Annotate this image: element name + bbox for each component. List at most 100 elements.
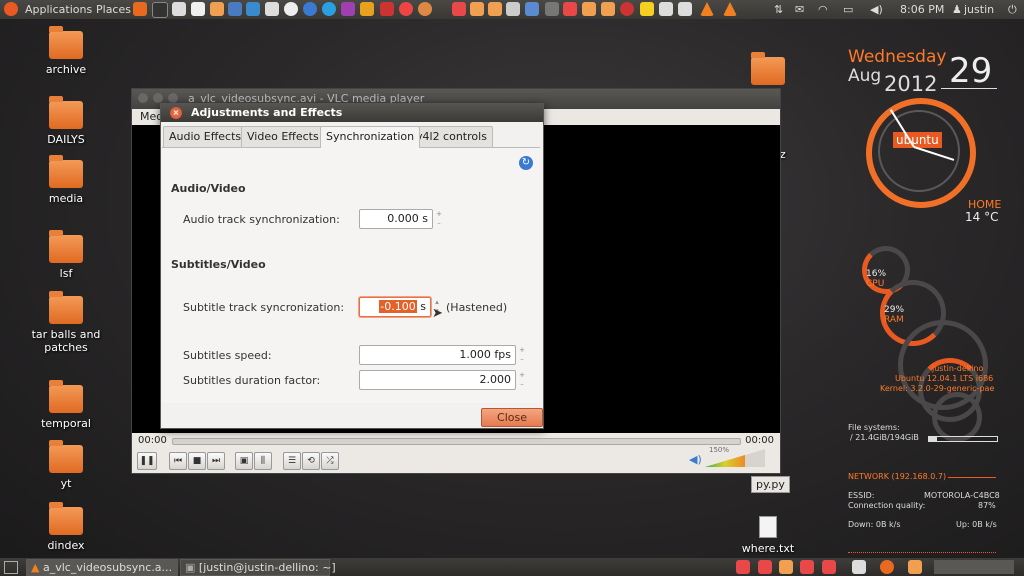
playlist-button[interactable]: ☰: [283, 452, 301, 470]
spin-arrows-icon[interactable]: + –: [517, 346, 527, 364]
workspace-switcher[interactable]: [934, 560, 1014, 574]
places-menu[interactable]: Places: [96, 3, 131, 16]
app6-icon[interactable]: [659, 2, 673, 16]
subtitles-duration-spinbox[interactable]: 2.000 + –: [359, 370, 525, 390]
pdf-icon[interactable]: [736, 560, 750, 574]
desktop-folder-tarballs[interactable]: tar balls and patches: [26, 291, 106, 354]
vlc2-icon[interactable]: [723, 2, 737, 16]
desktop-folder-right[interactable]: [728, 52, 808, 89]
arrows-icon[interactable]: ⇅: [774, 3, 783, 16]
firefox-icon[interactable]: [880, 560, 894, 574]
power-icon[interactable]: ⏻: [1008, 3, 1017, 17]
pdf3-icon[interactable]: [800, 560, 814, 574]
adjustments-dialog[interactable]: × Adjustments and Effects Audio Effects …: [160, 103, 544, 429]
desktop-folder-lsf[interactable]: lsf: [26, 230, 106, 280]
desktop-folder-dindex[interactable]: dindex: [26, 502, 106, 552]
folder2-icon[interactable]: [908, 560, 922, 574]
app5-icon[interactable]: [620, 2, 634, 16]
firefox-icon[interactable]: [133, 2, 147, 16]
skype-icon[interactable]: [322, 2, 336, 16]
desktop-folder-yt[interactable]: yt: [26, 440, 106, 490]
spin-arrows-icon[interactable]: + –: [517, 371, 527, 389]
folder5-icon[interactable]: [601, 2, 615, 16]
fs-usage-fill: [929, 437, 937, 441]
tab-synchronization[interactable]: Synchronization: [320, 126, 421, 148]
ram-percent: 29%: [884, 305, 905, 315]
pdf4-icon[interactable]: [822, 560, 836, 574]
disc-icon[interactable]: [284, 2, 298, 16]
network-icon[interactable]: [525, 2, 539, 16]
app4-icon[interactable]: [545, 2, 559, 16]
tab-video-effects[interactable]: Video Effects: [241, 126, 325, 147]
desktop-file-where[interactable]: where.txt: [728, 516, 808, 555]
close-icon[interactable]: ×: [170, 107, 182, 119]
tab-audio-effects[interactable]: Audio Effects: [163, 126, 248, 147]
app-icon[interactable]: [380, 2, 394, 16]
pause-button[interactable]: ❚❚: [137, 452, 157, 470]
terminal-icon[interactable]: [152, 2, 168, 18]
volume-icon[interactable]: ◀): [870, 3, 883, 16]
stop-button[interactable]: ■: [188, 452, 206, 470]
close-icon[interactable]: [138, 93, 148, 103]
maximize-icon[interactable]: [168, 93, 178, 103]
folder4-icon[interactable]: [582, 2, 596, 16]
chrome-icon[interactable]: [399, 2, 413, 16]
desktop-file-py[interactable]: py.py: [751, 476, 790, 493]
reset-icon[interactable]: ↻: [519, 156, 533, 170]
monitor-icon[interactable]: [246, 2, 260, 16]
desktop-folder-temporal[interactable]: temporal: [26, 380, 106, 430]
show-desktop-icon[interactable]: [4, 561, 18, 574]
desktop-folder-archive[interactable]: archive: [26, 26, 106, 76]
folder-icon[interactable]: [210, 2, 224, 16]
subtitles-speed-spinbox[interactable]: 1.000 fps + –: [359, 345, 525, 365]
folder2-icon[interactable]: [470, 2, 484, 16]
app7-icon[interactable]: [678, 2, 692, 16]
desktop-folder-media[interactable]: media: [26, 155, 106, 205]
seek-bar[interactable]: [172, 438, 741, 445]
conky-temperature: 14 °C: [965, 210, 999, 224]
text-editor-icon[interactable]: [172, 2, 186, 16]
clock[interactable]: 8:06 PM: [900, 3, 944, 16]
folder-icon[interactable]: [779, 560, 793, 574]
speaker-icon[interactable]: ◀): [689, 453, 702, 466]
settings-icon[interactable]: [341, 2, 355, 16]
mail-icon[interactable]: ✉: [795, 3, 804, 16]
ubuntu-logo-icon[interactable]: [4, 2, 18, 16]
dialog-titlebar[interactable]: × Adjustments and Effects: [161, 104, 543, 122]
loop-button[interactable]: ⟲: [302, 452, 320, 470]
tab-v4l2-controls[interactable]: v4l2 controls: [410, 126, 493, 147]
fullscreen-button[interactable]: ▣: [235, 452, 253, 470]
previous-button[interactable]: ⏮: [169, 452, 187, 470]
tools-icon[interactable]: [360, 2, 374, 16]
wifi-icon[interactable]: ◠: [818, 3, 828, 16]
spin-arrows-icon[interactable]: + –: [434, 210, 444, 228]
next-button[interactable]: ⏭: [207, 452, 225, 470]
calculator-icon[interactable]: [265, 2, 279, 16]
vlc-icon[interactable]: [700, 2, 714, 16]
document-icon[interactable]: [191, 2, 205, 16]
fs-usage-bar: [928, 436, 998, 442]
pdf2-icon[interactable]: [758, 560, 772, 574]
minimize-icon[interactable]: [153, 93, 163, 103]
close-button[interactable]: Close: [481, 408, 543, 427]
volume-slider[interactable]: 150%: [705, 446, 765, 467]
text-editor-icon[interactable]: [852, 560, 866, 574]
user-menu[interactable]: justin: [964, 3, 994, 16]
pdf2-icon[interactable]: [563, 2, 577, 16]
battery-icon[interactable]: ▭: [843, 3, 853, 16]
desktop-folder-dailys[interactable]: DAILYS: [26, 96, 106, 146]
pdf-icon[interactable]: [452, 2, 466, 16]
audio-sync-spinbox[interactable]: 0.000 s + –: [359, 209, 442, 229]
app2-icon[interactable]: [418, 2, 432, 16]
notes-icon[interactable]: [640, 2, 654, 16]
media-icon[interactable]: [303, 2, 317, 16]
taskbar-item-vlc[interactable]: ▲ a_vlc_videosubsync.a...: [26, 559, 178, 576]
extended-settings-button[interactable]: ⫼: [254, 452, 272, 470]
app3-icon[interactable]: [506, 2, 520, 16]
taskbar-item-terminal[interactable]: ▣ [justin@justin-dellino: ~]: [180, 559, 336, 576]
folder3-icon[interactable]: [488, 2, 502, 16]
subtitle-sync-spinbox[interactable]: -0.100 s ▴ ▾: [359, 297, 439, 317]
image-viewer-icon[interactable]: [228, 2, 242, 16]
applications-menu[interactable]: Applications: [25, 3, 92, 16]
shuffle-button[interactable]: ⤮: [321, 452, 339, 470]
